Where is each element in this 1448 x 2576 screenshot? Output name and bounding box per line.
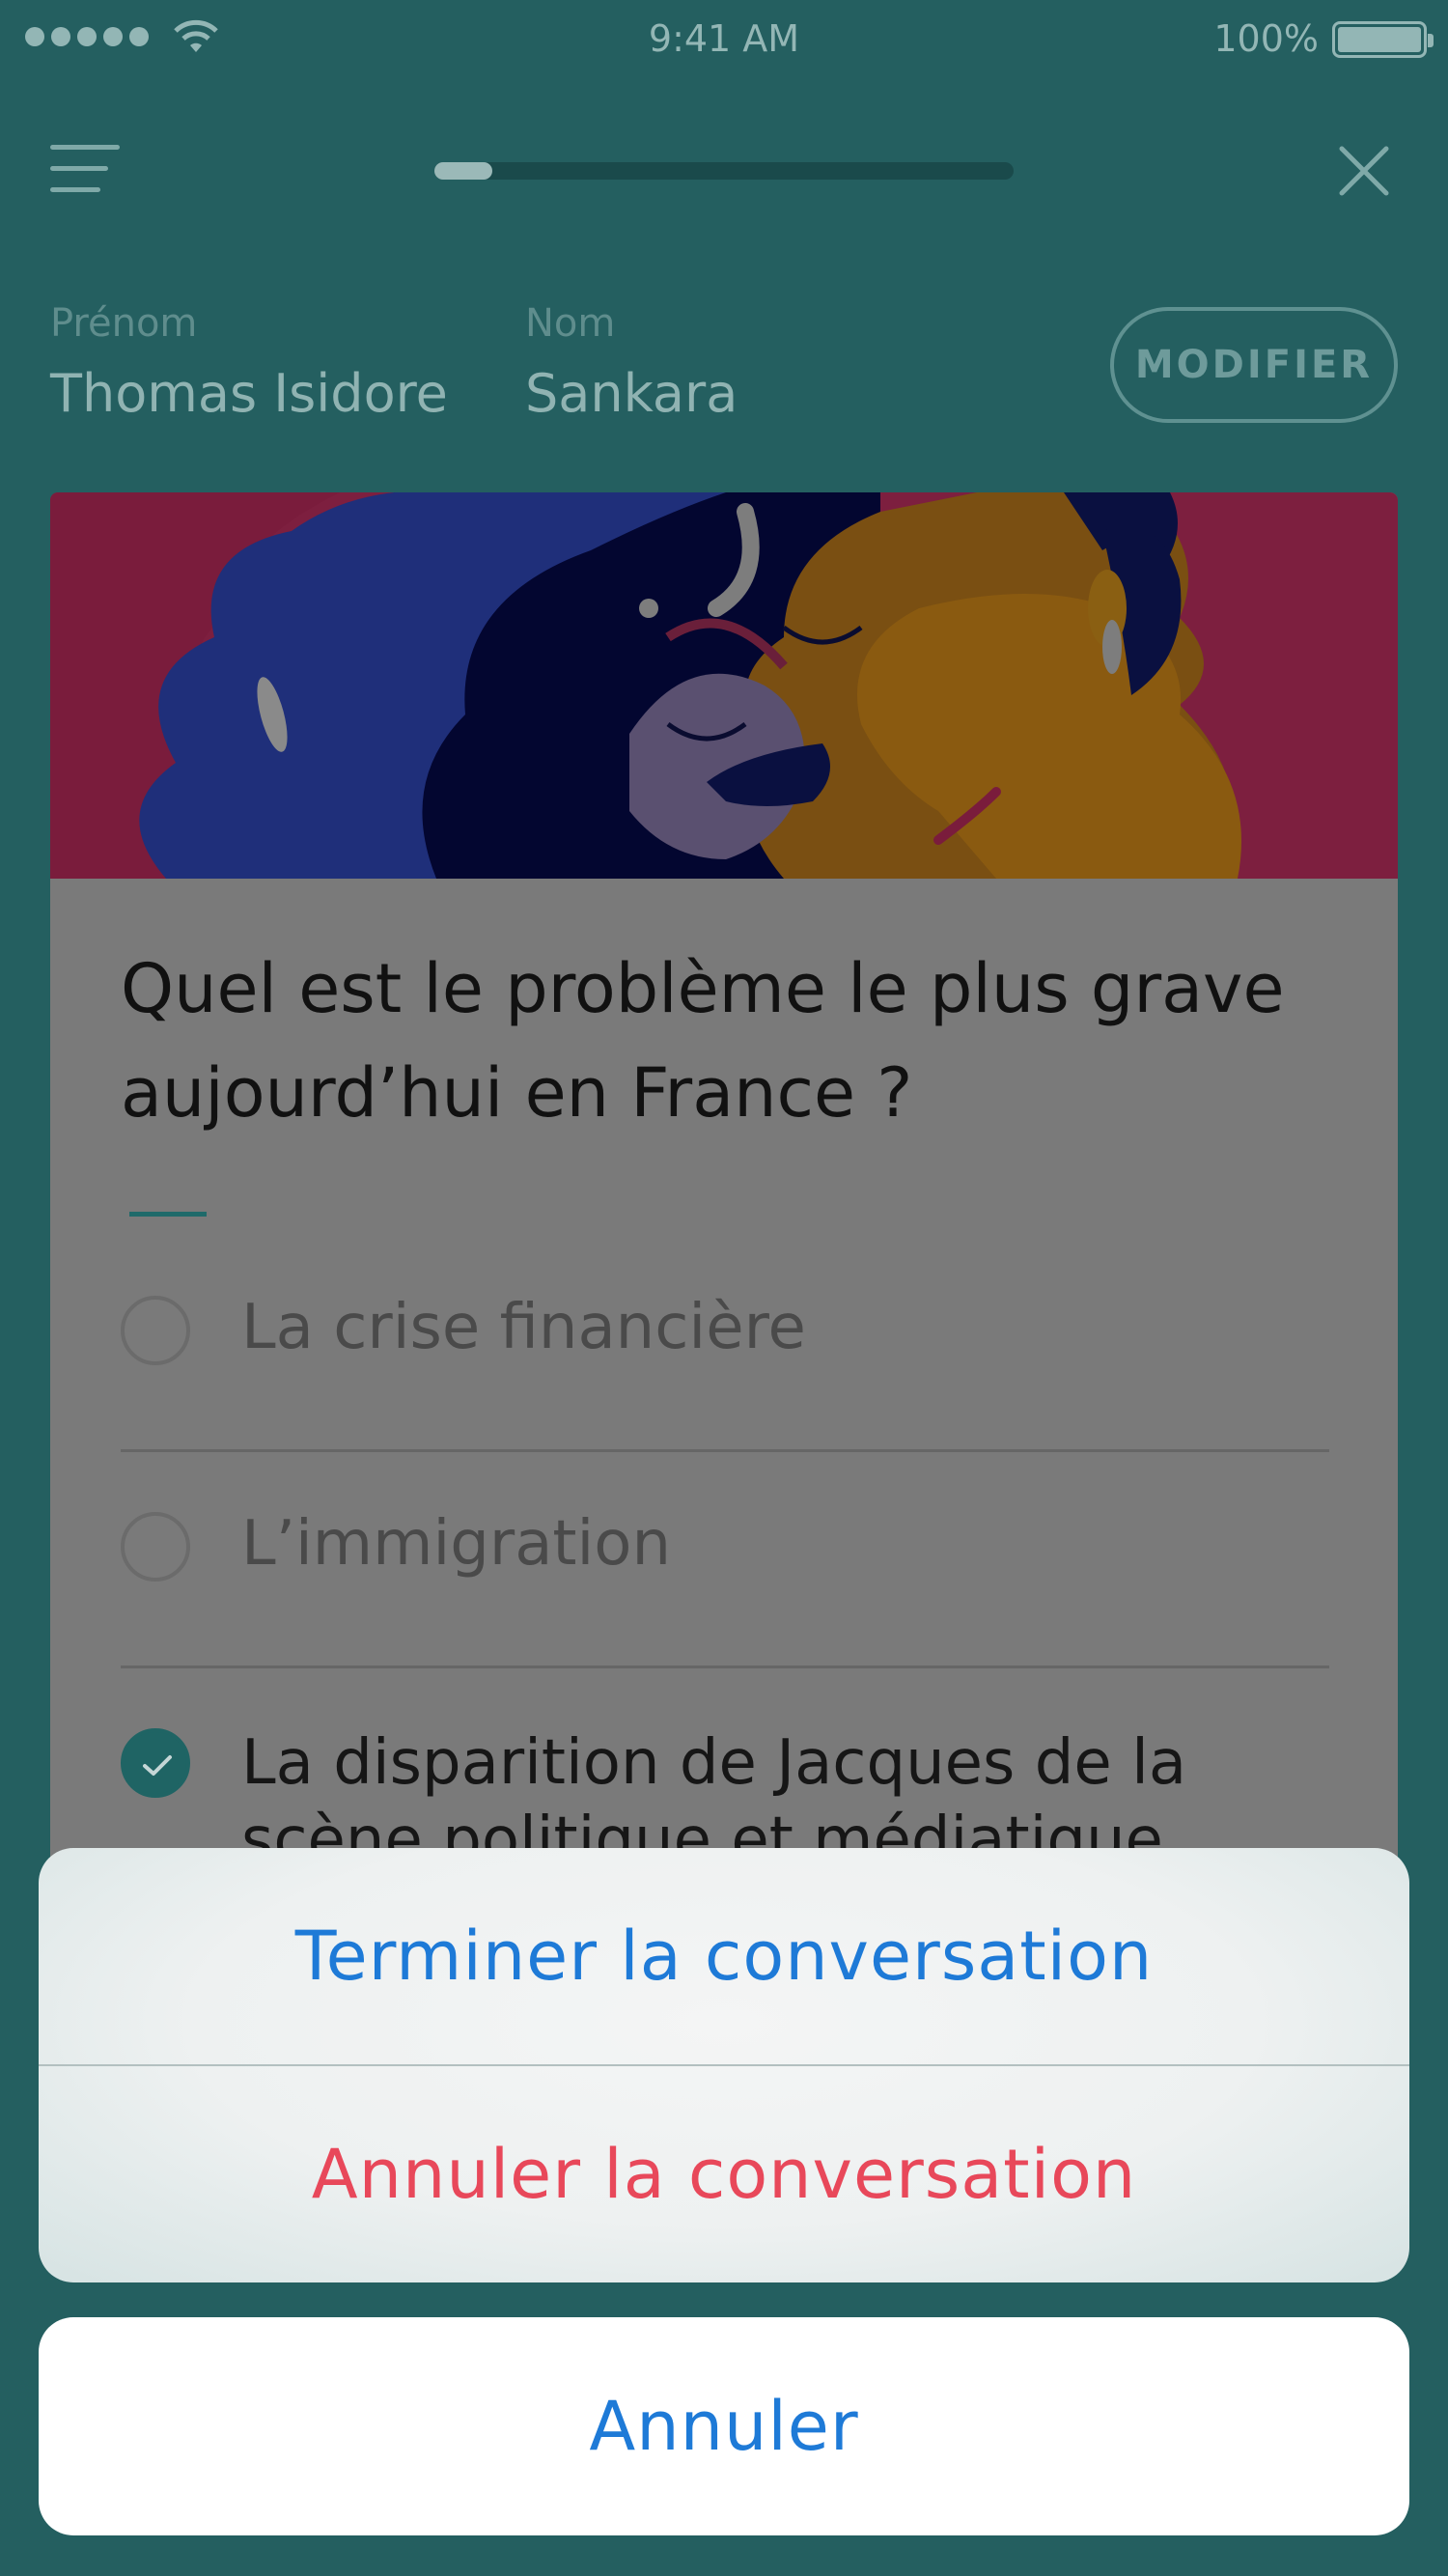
- progress-fill: [434, 162, 492, 180]
- option-crise-financiere[interactable]: La crise financière: [121, 1236, 1329, 1452]
- radio-button[interactable]: [121, 1296, 190, 1365]
- battery-percentage: 100%: [1213, 17, 1319, 60]
- kiss-illustration: [50, 492, 1398, 879]
- battery-icon: [1332, 21, 1434, 58]
- last-name-label: Nom: [525, 301, 616, 346]
- radio-button-checked[interactable]: [121, 1728, 190, 1798]
- question-card: Quel est le problème le plus grave aujou…: [50, 492, 1398, 1941]
- close-icon[interactable]: [1336, 143, 1392, 199]
- first-name-value: Thomas Isidore: [50, 363, 448, 424]
- modify-button[interactable]: MODIFIER: [1110, 307, 1398, 423]
- menu-icon[interactable]: [50, 145, 120, 195]
- progress-bar: [434, 162, 1014, 180]
- question-text: Quel est le problème le plus grave aujou…: [121, 949, 1285, 1133]
- option-immigration[interactable]: L’immigration: [121, 1452, 1329, 1668]
- last-name-value: Sankara: [525, 363, 738, 424]
- option-label: L’immigration: [241, 1508, 671, 1580]
- cancel-button[interactable]: Annuler: [39, 2317, 1409, 2535]
- cancel-conversation-button[interactable]: Annuler la conversation: [39, 2066, 1409, 2282]
- question-divider: [129, 1212, 207, 1217]
- first-name-label: Prénom: [50, 301, 198, 346]
- radio-button[interactable]: [121, 1512, 190, 1582]
- option-label: La crise financière: [241, 1292, 806, 1363]
- status-bar: 9:41 AM 100%: [0, 0, 1448, 77]
- check-icon: [143, 1755, 172, 1776]
- action-sheet-group: Terminer la conversation Annuler la conv…: [39, 1848, 1409, 2282]
- terminate-conversation-button[interactable]: Terminer la conversation: [39, 1848, 1409, 2064]
